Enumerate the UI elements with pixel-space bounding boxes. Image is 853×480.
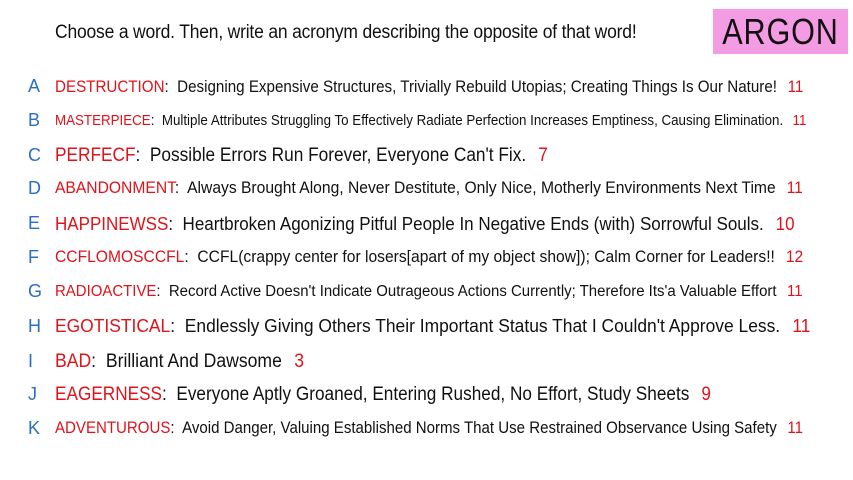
- letter-count: 11: [787, 76, 804, 96]
- separator-colon: :: [150, 112, 162, 129]
- row-letter: H: [28, 316, 41, 336]
- row-letter: J: [28, 384, 37, 404]
- letter-count: 12: [785, 248, 804, 267]
- separator-colon: :: [91, 350, 106, 372]
- prompt-text: Choose a word. Then, write an acronym de…: [55, 22, 637, 43]
- acronym-text: Multiple Attributes Struggling To Effect…: [161, 112, 784, 129]
- separator-colon: :: [164, 76, 178, 96]
- acronym-text: Everyone Aptly Groaned, Entering Rushed,…: [176, 383, 690, 405]
- row-content: PERFECF: Possible Errors Run Forever, Ev…: [55, 145, 548, 167]
- list-item: B MASTERPIECE: Multiple Attributes Strugg…: [0, 109, 853, 133]
- row-content: ADVENTUROUS: Avoid Danger, Valuing Estab…: [55, 419, 803, 438]
- row-content: BAD: Brilliant And Dawsome 3: [55, 351, 304, 373]
- row-content: ABANDONMENT: Always Brought Along, Never…: [55, 179, 803, 198]
- list-item: D ABANDONMENT: Always Brought Along, Neve…: [0, 177, 853, 201]
- row-letter: D: [28, 178, 41, 198]
- source-word: HAPPINEWSS: [55, 212, 169, 234]
- acronym-text: Avoid Danger, Valuing Established Norms …: [182, 419, 777, 438]
- acronym-text: Always Brought Along, Never Destitute, O…: [187, 179, 776, 198]
- letter-count: 9: [701, 383, 711, 405]
- source-word: RADIOACTIVE: [55, 282, 157, 300]
- source-word: MASTERPIECE: [55, 112, 151, 129]
- list-item: H EGOTISTICAL: Endlessly Giving Others Th…: [0, 315, 853, 339]
- letter-count: 11: [792, 316, 811, 337]
- letter-count: 11: [786, 179, 803, 198]
- row-content: DESTRUCTION: Designing Expensive Structu…: [55, 77, 803, 97]
- list-item: I BAD: Brilliant And Dawsome 3: [0, 350, 853, 374]
- separator-colon: :: [174, 179, 188, 198]
- separator-colon: :: [162, 383, 177, 405]
- separator-colon: :: [184, 248, 198, 267]
- title-badge-label: ARGON: [722, 10, 839, 52]
- separator-colon: :: [170, 316, 185, 337]
- row-content: EGOTISTICAL: Endlessly Giving Others The…: [55, 316, 810, 337]
- source-word: CCFLOMOSCCFL: [55, 248, 185, 267]
- letter-count: 11: [787, 419, 803, 438]
- source-word: ABANDONMENT: [55, 179, 175, 198]
- acronym-text: Brilliant And Dawsome: [105, 350, 282, 372]
- row-letter: K: [28, 418, 41, 438]
- title-badge: ARGON: [713, 9, 848, 54]
- row-letter: B: [28, 110, 41, 130]
- row-letter: G: [28, 281, 43, 301]
- row-content: EAGERNESS: Everyone Aptly Groaned, Enter…: [55, 384, 711, 406]
- acronym-text: Designing Expensive Structures, Triviall…: [177, 76, 777, 96]
- source-word: EAGERNESS: [55, 383, 163, 405]
- acronym-text: Possible Errors Run Forever, Everyone Ca…: [149, 144, 527, 166]
- acronym-text: Record Active Doesn't Indicate Outrageou…: [168, 282, 777, 300]
- letter-count: 11: [792, 112, 807, 129]
- source-word: PERFECF: [55, 144, 136, 166]
- letter-count: 10: [775, 212, 795, 234]
- source-word: EGOTISTICAL: [55, 316, 171, 337]
- acronym-text: Heartbroken Agonizing Pitful People In N…: [182, 212, 764, 234]
- row-letter: F: [28, 247, 39, 267]
- list-item: E HAPPINEWSS: Heartbroken Agonizing Pitfu…: [0, 212, 853, 236]
- row-letter: C: [28, 145, 41, 165]
- acronym-text: CCFL(crappy center for losers[apart of m…: [197, 248, 775, 267]
- acronym-text: Endlessly Giving Others Their Important …: [184, 316, 781, 337]
- source-word: ADVENTUROUS: [55, 419, 171, 438]
- separator-colon: :: [135, 144, 150, 166]
- letter-count: 11: [786, 282, 803, 300]
- row-content: HAPPINEWSS: Heartbroken Agonizing Pitful…: [55, 213, 795, 235]
- list-item: A DESTRUCTION: Designing Expensive Struct…: [0, 75, 853, 99]
- source-word: DESTRUCTION: [55, 76, 165, 96]
- list-item: K ADVENTUROUS: Avoid Danger, Valuing Esta…: [0, 417, 853, 441]
- row-content: RADIOACTIVE: Record Active Doesn't Indic…: [55, 283, 803, 301]
- letter-count: 3: [294, 350, 304, 372]
- row-content: CCFLOMOSCCFL: CCFL(crappy center for los…: [55, 248, 803, 267]
- row-letter: I: [28, 351, 34, 371]
- list-item: J EAGERNESS: Everyone Aptly Groaned, Ente…: [0, 383, 853, 407]
- row-content: MASTERPIECE: Multiple Attributes Struggl…: [55, 112, 806, 129]
- row-letter: A: [28, 76, 41, 96]
- separator-colon: :: [156, 282, 169, 300]
- list-item: G RADIOACTIVE: Record Active Doesn't Indi…: [0, 280, 853, 304]
- letter-count: 7: [538, 144, 548, 166]
- source-word: BAD: [55, 350, 92, 372]
- list-item: F CCFLOMOSCCFL: CCFL(crappy center for lo…: [0, 246, 853, 270]
- separator-colon: :: [170, 419, 183, 438]
- row-letter: E: [28, 213, 41, 233]
- list-item: C PERFECF: Possible Errors Run Forever, E…: [0, 144, 853, 168]
- separator-colon: :: [168, 212, 183, 234]
